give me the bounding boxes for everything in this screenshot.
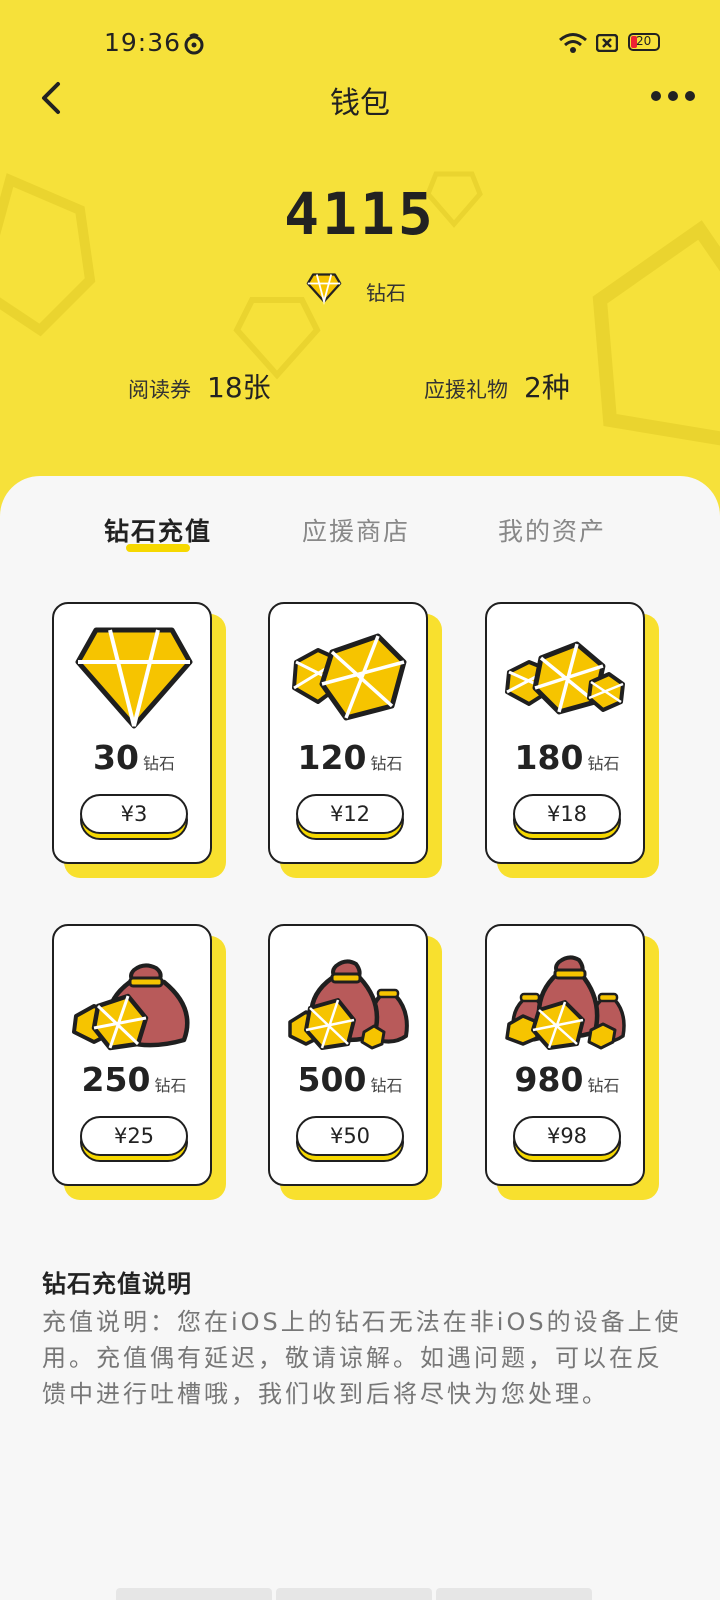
tab-diamond-recharge[interactable]: 钻石充值 — [104, 512, 212, 548]
page-title: 钱包 — [330, 86, 390, 121]
three-diamonds-icon — [505, 641, 625, 715]
recharge-info-body: 充值说明：您在iOS上的钻石无法在非iOS的设备上使用。充值偶有延迟，敬请谅解。… — [42, 1308, 682, 1408]
three-money-bags-icon — [505, 955, 626, 1050]
recharge-package-card[interactable]: 180 钻石 ¥18 — [485, 602, 659, 878]
package-amount: 120 — [297, 738, 367, 777]
balance-unit-label: 钻石 — [366, 281, 406, 305]
sim-icon — [596, 34, 618, 52]
stat-value: 2种 — [524, 371, 570, 404]
package-unit: 钻石 — [587, 754, 620, 773]
price-label: ¥25 — [80, 1116, 188, 1156]
package-amount: 250 — [81, 1060, 151, 1099]
active-tab-indicator — [126, 544, 190, 552]
package-amount: 500 — [297, 1060, 367, 1099]
single-diamond-icon — [75, 627, 193, 729]
price-button[interactable]: ¥12 — [296, 794, 404, 840]
price-label: ¥12 — [296, 794, 404, 834]
more-dots-icon[interactable] — [650, 86, 696, 106]
package-amount: 180 — [514, 738, 584, 777]
stat-label: 应援礼物 — [424, 378, 508, 402]
battery-icon: 20 — [628, 33, 660, 51]
price-label: ¥50 — [296, 1116, 404, 1156]
bottom-placeholder-bars — [116, 1588, 604, 1600]
battery-level: 20 — [636, 34, 652, 48]
diamond-balance: 4115 — [284, 180, 436, 248]
package-amount: 980 — [514, 1060, 584, 1099]
package-unit: 钻石 — [587, 1076, 620, 1095]
recharge-package-card[interactable]: 250 钻石 ¥25 — [52, 924, 226, 1200]
package-unit: 钻石 — [370, 754, 403, 773]
stat-support-gifts[interactable]: 应援礼物 2种 — [424, 366, 570, 406]
package-unit: 钻石 — [142, 754, 175, 773]
price-button[interactable]: ¥50 — [296, 1116, 404, 1162]
tab-support-store[interactable]: 应援商店 — [302, 512, 410, 548]
two-money-bags-icon — [288, 959, 409, 1050]
stat-value: 18张 — [207, 371, 271, 404]
tab-my-assets[interactable]: 我的资产 — [498, 512, 606, 548]
recharge-info-title: 钻石充值说明 — [42, 1270, 192, 1298]
netease-music-icon — [184, 33, 204, 55]
wifi-icon — [559, 33, 587, 53]
recharge-package-card[interactable]: 500 钻石 ¥50 — [268, 924, 442, 1200]
nav-bar: 钱包 — [0, 70, 720, 130]
package-unit: 钻石 — [154, 1076, 187, 1095]
wallet-header-area: 19:36 20 钱包 4115 钻石 阅读券 18张 应援礼物 2种 — [0, 0, 720, 520]
stat-reading-coupons[interactable]: 阅读券 18张 — [128, 366, 271, 406]
price-label: ¥18 — [513, 794, 621, 834]
price-button[interactable]: ¥25 — [80, 1116, 188, 1162]
background-diamond-icon — [592, 220, 720, 446]
package-unit: 钻石 — [370, 1076, 403, 1095]
money-bag-diamonds-icon — [72, 963, 190, 1051]
price-button[interactable]: ¥3 — [80, 794, 188, 840]
status-time: 19:36 — [104, 28, 182, 57]
recharge-package-card[interactable]: 980 钻石 ¥98 — [485, 924, 659, 1200]
two-diamonds-icon — [292, 633, 407, 721]
price-button[interactable]: ¥98 — [513, 1116, 621, 1162]
recharge-package-card[interactable]: 30 钻石 ¥3 — [52, 602, 226, 878]
recharge-package-card[interactable]: 120 钻石 ¥12 — [268, 602, 442, 878]
price-label: ¥98 — [513, 1116, 621, 1156]
price-label: ¥3 — [80, 794, 188, 834]
stat-label: 阅读券 — [128, 378, 191, 402]
price-button[interactable]: ¥18 — [513, 794, 621, 840]
package-amount: 30 — [93, 738, 139, 777]
diamond-icon — [306, 273, 342, 305]
